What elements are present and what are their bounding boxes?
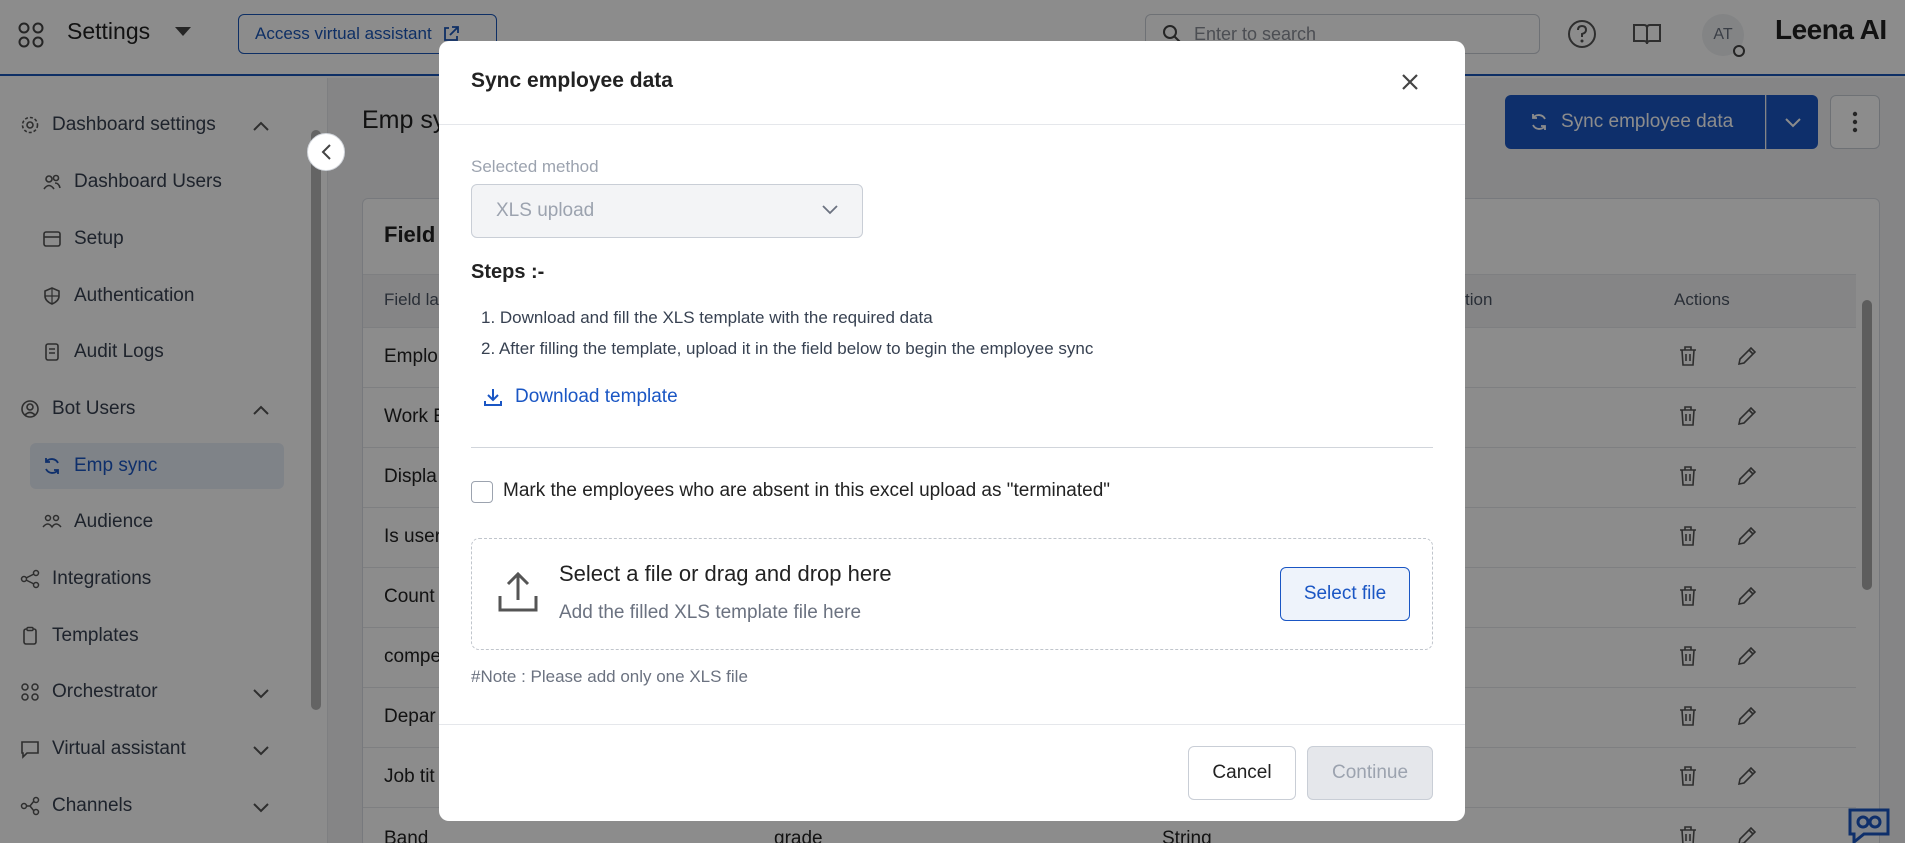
method-select-value: XLS upload — [496, 200, 595, 221]
cancel-label: Cancel — [1212, 762, 1272, 783]
dialog-title: Sync employee data — [471, 69, 673, 92]
terminated-checkbox[interactable] — [471, 481, 493, 503]
steps-heading: Steps :- — [471, 261, 545, 283]
selected-method-label: Selected method — [471, 157, 599, 176]
download-template-link[interactable]: Download template — [483, 386, 678, 408]
close-icon[interactable] — [1397, 69, 1423, 95]
download-icon — [484, 389, 502, 406]
drop-zone-title: Select a file or drag and drop here — [559, 561, 892, 586]
terminated-checkbox-label[interactable]: Mark the employees who are absent in thi… — [503, 480, 1110, 502]
chevron-down-icon — [822, 205, 838, 215]
continue-label: Continue — [1331, 762, 1409, 783]
chevron-left-icon — [321, 144, 331, 160]
continue-button[interactable]: Continue — [1307, 746, 1433, 800]
divider — [471, 447, 1433, 448]
collapse-sidebar-button[interactable] — [307, 133, 345, 171]
step-1: 1. Download and fill the XLS template wi… — [481, 308, 933, 327]
upload-icon — [498, 571, 538, 612]
select-file-button[interactable]: Select file — [1280, 567, 1410, 621]
select-file-label: Select file — [1303, 583, 1387, 604]
download-template-label: Download template — [515, 386, 678, 407]
drop-zone-subtitle: Add the filled XLS template file here — [559, 602, 862, 623]
upload-note: #Note : Please add only one XLS file — [471, 667, 748, 686]
step-2: 2. After filling the template, upload it… — [481, 339, 1094, 358]
cancel-button[interactable]: Cancel — [1188, 746, 1296, 800]
sync-employee-data-dialog: Sync employee data Selected method XLS u… — [439, 41, 1465, 821]
method-select[interactable]: XLS upload — [471, 184, 863, 238]
